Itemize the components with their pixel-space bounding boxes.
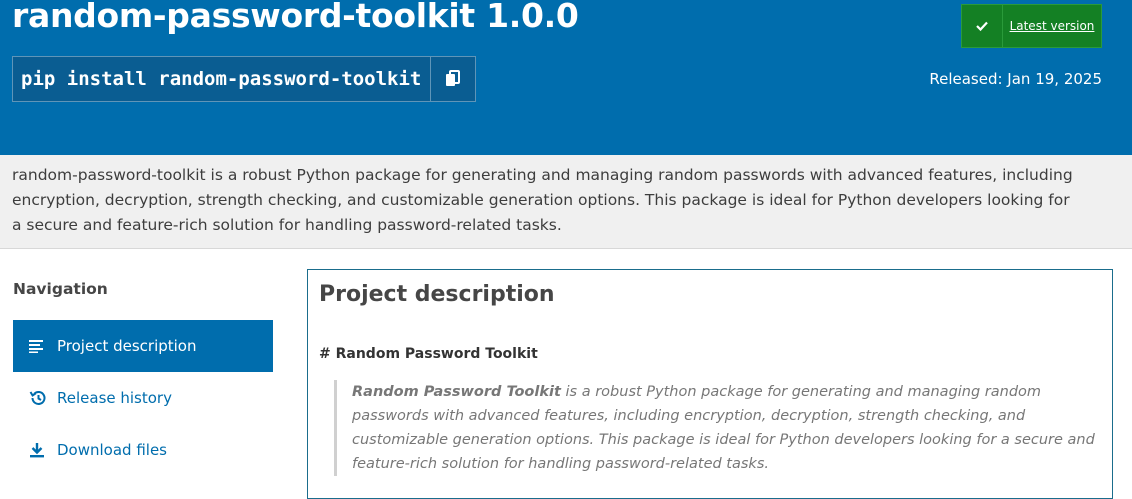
summary-text: random-password-toolkit is a robust Pyth…	[12, 166, 1073, 234]
latest-version-button[interactable]: Latest version	[961, 4, 1102, 48]
package-header: random-password-toolkit 1.0.0 pip instal…	[0, 0, 1132, 155]
nav-label: Release history	[57, 389, 172, 407]
nav-download-files[interactable]: Download files	[13, 424, 273, 476]
copy-icon	[446, 70, 460, 86]
list-lines-icon	[29, 339, 55, 353]
pip-command[interactable]: pip install random-password-toolkit	[13, 57, 430, 101]
description-blockquote: Random Password Toolkit is a robust Pyth…	[334, 380, 1100, 476]
check-icon	[962, 5, 1003, 47]
nav-label: Download files	[57, 441, 167, 459]
nav-release-history[interactable]: Release history	[13, 372, 273, 424]
quote-bold-text: Random Password Toolkit	[352, 384, 561, 400]
nav-project-description[interactable]: Project description	[13, 320, 273, 372]
download-icon	[29, 442, 55, 458]
navigation-heading: Navigation	[13, 280, 108, 298]
package-title: random-password-toolkit 1.0.0	[12, 0, 579, 35]
copy-button[interactable]	[430, 57, 475, 101]
panel-title: Project description	[319, 282, 555, 307]
package-summary: random-password-toolkit is a robust Pyth…	[0, 155, 1132, 249]
latest-version-label: Latest version	[1009, 19, 1095, 33]
nav-label: Project description	[57, 337, 197, 355]
project-description-panel: Project description # Random Password To…	[307, 269, 1113, 499]
markdown-heading: # Random Password Toolkit	[319, 346, 538, 362]
release-date: Released: Jan 19, 2025	[929, 70, 1102, 88]
pip-install-box: pip install random-password-toolkit	[12, 56, 476, 102]
history-icon	[29, 389, 55, 407]
